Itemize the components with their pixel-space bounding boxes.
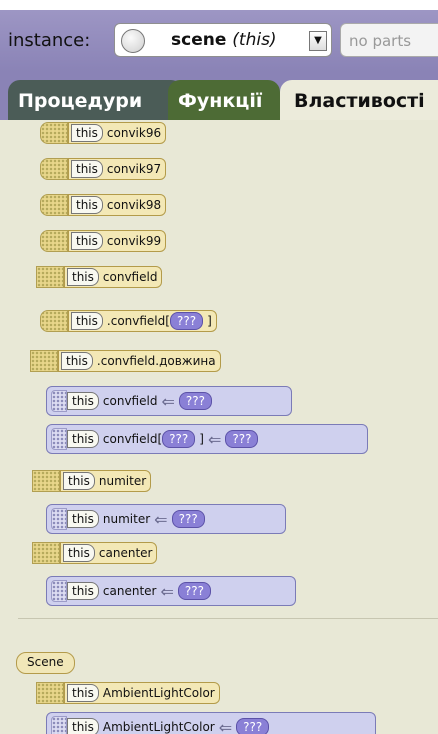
this-chip: this xyxy=(67,268,99,286)
this-chip: this xyxy=(71,232,103,250)
property-name: convfield xyxy=(102,394,158,408)
assign-arrow-icon: ⇐ xyxy=(160,581,174,601)
this-chip: this xyxy=(67,510,99,528)
property-tile[interactable]: this AmbientLightColor xyxy=(36,680,220,706)
property-tile[interactable]: this convik98 xyxy=(40,192,167,218)
property-name: .convfield[ xyxy=(106,314,170,328)
property-name: AmbientLightColor xyxy=(102,720,215,734)
this-chip: this xyxy=(67,392,99,410)
property-length-tile[interactable]: this .convfield .довжина xyxy=(30,348,221,374)
category-tabs: Процедури Функції Властивості xyxy=(0,72,438,120)
this-chip: this xyxy=(61,352,93,370)
section-divider xyxy=(18,618,438,619)
assign-index-command[interactable]: this convfield[ ??? ] ⇐ ??? xyxy=(46,424,368,454)
property-name: .convfield xyxy=(96,354,156,368)
instance-dropdown[interactable]: scene (this) ▼ xyxy=(114,23,332,57)
property-name: canenter xyxy=(98,546,153,560)
assign-arrow-icon: ⇐ xyxy=(218,717,233,734)
property-index-tile[interactable]: this .convfield[ ??? ] xyxy=(40,308,217,334)
assign-command[interactable]: this numiter ⇐ ??? xyxy=(46,504,286,534)
instance-name: scene (this) xyxy=(171,30,277,50)
property-name: convik98 xyxy=(106,198,162,212)
property-name: convik97 xyxy=(106,162,162,176)
property-tile[interactable]: this canenter xyxy=(32,540,158,566)
tab-procedures[interactable]: Процедури xyxy=(8,80,183,120)
tab-functions[interactable]: Функції xyxy=(168,80,280,120)
assign-arrow-icon: ⇐ xyxy=(154,509,168,529)
property-suffix: .довжина xyxy=(155,354,216,368)
property-name: numiter xyxy=(102,512,151,526)
placeholder-chip[interactable]: ??? xyxy=(236,718,270,734)
assign-command[interactable]: this convfield ⇐ ??? xyxy=(46,386,292,416)
this-chip: this xyxy=(67,430,99,448)
properties-list: this convik96 this convik97 this convik98 t… xyxy=(0,120,438,734)
placeholder-chip[interactable]: ??? xyxy=(177,582,211,600)
placeholder-chip[interactable]: ??? xyxy=(162,430,196,448)
property-name: AmbientLightColor xyxy=(102,686,215,700)
property-suffix: ] xyxy=(199,432,204,446)
property-name: convfield xyxy=(102,270,158,284)
property-name: numiter xyxy=(98,474,147,488)
parts-dropdown[interactable]: no parts xyxy=(340,23,438,57)
this-chip: this xyxy=(71,124,103,142)
assign-command[interactable]: this canenter ⇐ ??? xyxy=(46,576,296,606)
dropdown-arrow-icon[interactable]: ▼ xyxy=(309,31,327,51)
assign-arrow-icon: ⇐ xyxy=(207,429,222,449)
parts-placeholder: no parts xyxy=(349,32,412,50)
top-strip xyxy=(0,0,438,10)
property-name: convik96 xyxy=(106,126,162,140)
scene-icon xyxy=(121,29,145,53)
property-name: convik99 xyxy=(106,234,162,248)
assign-command[interactable]: this AmbientLightColor ⇐ ??? xyxy=(46,712,376,734)
placeholder-chip[interactable]: ??? xyxy=(225,430,259,448)
this-chip: this xyxy=(71,160,103,178)
this-chip: this xyxy=(67,718,99,734)
this-chip: this xyxy=(63,544,95,562)
placeholder-chip[interactable]: ??? xyxy=(178,392,212,410)
this-chip: this xyxy=(67,582,99,600)
placeholder-chip[interactable]: ??? xyxy=(169,312,204,330)
tab-properties[interactable]: Властивості xyxy=(280,80,438,120)
property-suffix: ] xyxy=(207,314,212,328)
property-tile[interactable]: this numiter xyxy=(32,468,152,494)
scene-section-tag: Scene xyxy=(16,652,75,674)
instance-header: instance: scene (this) ▼ no parts xyxy=(0,10,438,73)
this-chip: this xyxy=(71,196,103,214)
property-name: convfield[ xyxy=(102,432,163,446)
this-chip: this xyxy=(67,684,99,702)
property-tile[interactable]: this convik97 xyxy=(40,156,167,182)
property-name: canenter xyxy=(102,584,157,598)
placeholder-chip[interactable]: ??? xyxy=(171,510,205,528)
instance-label: instance: xyxy=(8,30,91,51)
property-tile[interactable]: this convik99 xyxy=(40,228,167,254)
property-tile[interactable]: this convik96 xyxy=(40,120,167,146)
property-tile[interactable]: this convfield xyxy=(36,264,163,290)
assign-arrow-icon: ⇐ xyxy=(161,391,175,411)
this-chip: this xyxy=(71,312,103,330)
this-chip: this xyxy=(63,472,95,490)
